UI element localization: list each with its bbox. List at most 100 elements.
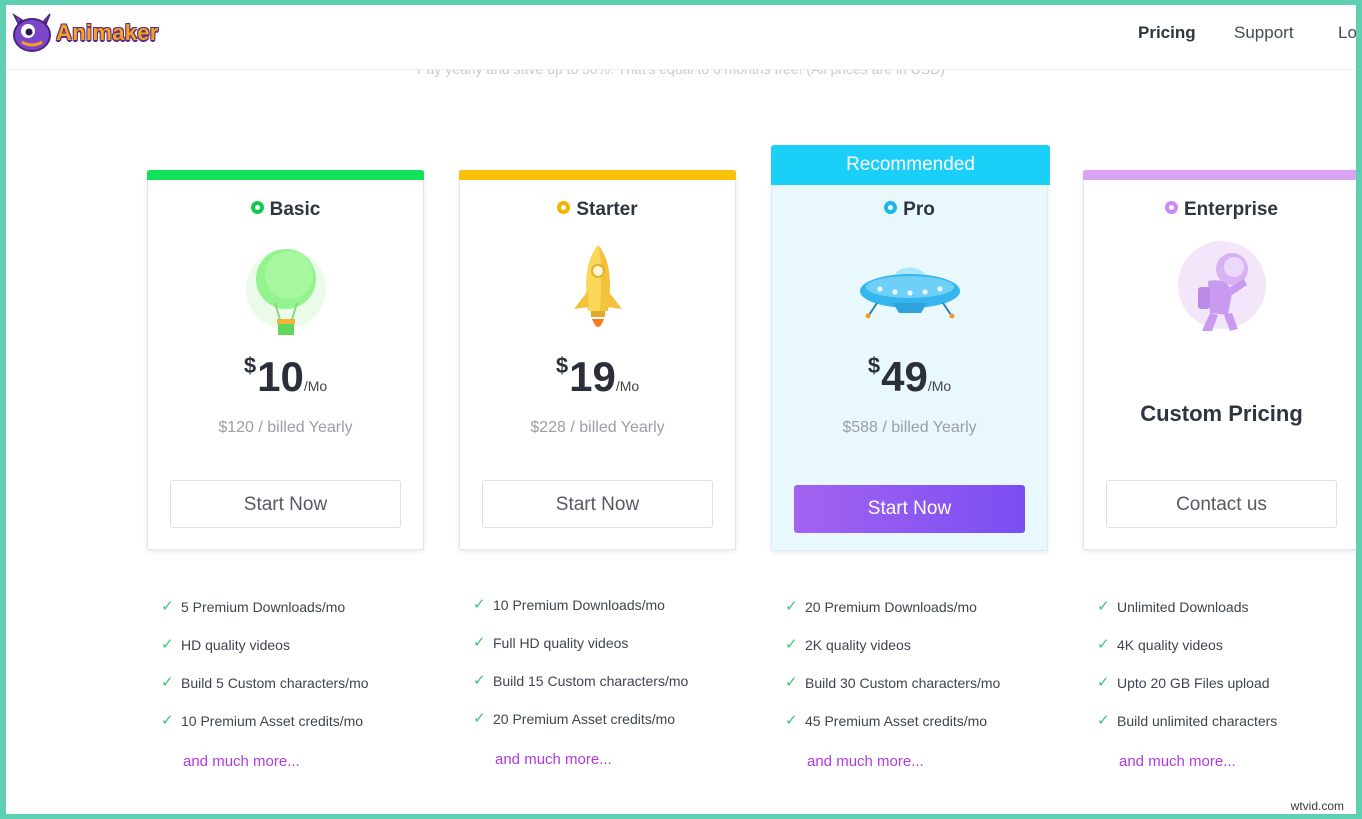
- check-icon: ✓: [473, 634, 486, 651]
- price-currency: $: [555, 353, 569, 378]
- list-item: ✓ Build unlimited characters: [1097, 713, 1356, 751]
- price-currency: $: [243, 353, 257, 378]
- custom-pricing-label: Custom Pricing: [1140, 401, 1303, 426]
- plan-title: Basic: [148, 199, 423, 221]
- recommended-banner: Recommended: [771, 145, 1050, 185]
- enterprise-color-strip: [1083, 170, 1356, 180]
- feature-text: 20 Premium Asset credits/mo: [493, 711, 676, 727]
- feature-list-starter: ✓ 10 Premium Downloads/mo ✓ Full HD qualit…: [473, 597, 733, 769]
- feature-text: 4K quality videos: [1117, 637, 1223, 653]
- price-period: /Mo: [615, 378, 640, 394]
- plan-title: Pro: [772, 199, 1047, 221]
- page-frame: Animaker Pricing Support Lo Pay yearly a…: [6, 5, 1356, 814]
- plan-price: $49/Mo: [772, 353, 1047, 401]
- hot-air-balloon-icon: [245, 249, 326, 335]
- feature-text: HD quality videos: [181, 637, 290, 653]
- check-icon: ✓: [785, 598, 798, 615]
- check-icon: ✓: [161, 598, 174, 615]
- start-now-button[interactable]: Start Now: [794, 485, 1025, 533]
- price-currency: $: [867, 353, 881, 378]
- list-item: ✓ 2K quality videos: [785, 637, 1045, 675]
- rocket-icon: [573, 245, 622, 327]
- check-icon: ✓: [785, 674, 798, 691]
- plan-price: $10/Mo: [148, 353, 423, 401]
- price-amount: 49: [881, 353, 928, 400]
- check-icon: ✓: [161, 636, 174, 653]
- plan-title: Starter: [460, 199, 735, 221]
- plan-illustration: [460, 241, 735, 341]
- plan-illustration: [772, 241, 1047, 341]
- feature-text: Unlimited Downloads: [1117, 599, 1249, 615]
- plan-name-text: Enterprise: [1184, 199, 1278, 220]
- list-item: ✓ Upto 20 GB Files upload: [1097, 675, 1356, 713]
- starter-color-strip: [459, 170, 736, 180]
- astronaut-icon: [1177, 241, 1266, 331]
- billed-yearly-text: $120 / billed Yearly: [218, 419, 353, 436]
- plan-card-basic: Basic $10/Mo $120 / billed Yearly Start …: [147, 170, 424, 550]
- nav-login[interactable]: Lo: [1338, 23, 1356, 43]
- feature-text: 20 Premium Downloads/mo: [805, 599, 977, 615]
- plan-badge-icon: [884, 201, 898, 214]
- nav-support[interactable]: Support: [1234, 23, 1294, 43]
- and-much-more-link[interactable]: and much more...: [1097, 753, 1356, 770]
- feature-text: 10 Premium Asset credits/mo: [181, 713, 364, 729]
- list-item: ✓ 4K quality videos: [1097, 637, 1356, 675]
- list-item: ✓ 45 Premium Asset credits/mo: [785, 713, 1045, 751]
- and-much-more-link[interactable]: and much more...: [161, 753, 421, 770]
- start-now-button[interactable]: Start Now: [170, 480, 401, 528]
- feature-text: Build 15 Custom characters/mo: [493, 673, 689, 689]
- check-icon: ✓: [161, 712, 174, 729]
- plan-badge-icon: [557, 201, 571, 214]
- contact-us-button[interactable]: Contact us: [1106, 480, 1337, 528]
- list-item: ✓ Full HD quality videos: [473, 635, 733, 673]
- list-item: ✓ 20 Premium Asset credits/mo: [473, 711, 733, 749]
- list-item: ✓ 10 Premium Downloads/mo: [473, 597, 733, 635]
- top-navbar: Animaker Pricing Support Lo: [6, 5, 1356, 70]
- and-much-more-link[interactable]: and much more...: [473, 751, 733, 768]
- feature-text: Build 30 Custom characters/mo: [805, 675, 1001, 691]
- check-icon: ✓: [1097, 636, 1110, 653]
- feature-text: 5 Premium Downloads/mo: [181, 599, 346, 615]
- check-icon: ✓: [1097, 712, 1110, 729]
- and-much-more-link[interactable]: and much more...: [785, 753, 1045, 770]
- check-icon: ✓: [473, 596, 486, 613]
- plan-name-text: Basic: [269, 199, 321, 220]
- plan-title: Enterprise: [1084, 199, 1356, 221]
- feature-text: Build unlimited characters: [1117, 713, 1278, 729]
- check-icon: ✓: [1097, 598, 1110, 615]
- feature-text: 10 Premium Downloads/mo: [493, 597, 665, 613]
- logo-wordmark: Animaker: [56, 20, 159, 45]
- price-amount: 19: [569, 353, 616, 400]
- list-item: ✓ Unlimited Downloads: [1097, 599, 1356, 637]
- plan-illustration: [148, 241, 423, 341]
- feature-list-pro: ✓ 20 Premium Downloads/mo ✓ 2K quality vid…: [785, 599, 1045, 771]
- billed-yearly-text: $228 / billed Yearly: [530, 419, 665, 436]
- basic-color-strip: [147, 170, 424, 180]
- check-icon: ✓: [473, 710, 486, 727]
- list-item: ✓ HD quality videos: [161, 637, 421, 675]
- feature-list-basic: ✓ 5 Premium Downloads/mo ✓ HD quality vide…: [161, 599, 421, 771]
- list-item: ✓ Build 5 Custom characters/mo: [161, 675, 421, 713]
- feature-text: Full HD quality videos: [493, 635, 629, 651]
- plan-price: $19/Mo: [460, 353, 735, 401]
- price-period: /Mo: [927, 378, 952, 394]
- plan-card-starter: Starter $19/Mo $228 / billed Yearly Star…: [459, 170, 736, 550]
- nav-pricing[interactable]: Pricing: [1138, 23, 1196, 43]
- monster-mascot-icon: [12, 12, 51, 52]
- animaker-logo[interactable]: Animaker: [10, 11, 160, 55]
- check-icon: ✓: [473, 672, 486, 689]
- feature-text: 45 Premium Asset credits/mo: [805, 713, 988, 729]
- list-item: ✓ 20 Premium Downloads/mo: [785, 599, 1045, 637]
- feature-text: 2K quality videos: [805, 637, 911, 653]
- list-item: ✓ 5 Premium Downloads/mo: [161, 599, 421, 637]
- plan-card-pro: Pro $49/Mo $588 / billed Yearly Start No…: [771, 181, 1048, 551]
- check-icon: ✓: [161, 674, 174, 691]
- plan-name-text: Starter: [576, 199, 638, 220]
- start-now-button[interactable]: Start Now: [482, 480, 713, 528]
- watermark-text: wtvid.com: [1290, 799, 1344, 813]
- plan-illustration: [1084, 241, 1356, 341]
- price-period: /Mo: [303, 378, 328, 394]
- plan-card-enterprise: Enterprise Custom Pricing Contact us: [1083, 170, 1356, 550]
- list-item: ✓ Build 30 Custom characters/mo: [785, 675, 1045, 713]
- price-amount: 10: [257, 353, 304, 400]
